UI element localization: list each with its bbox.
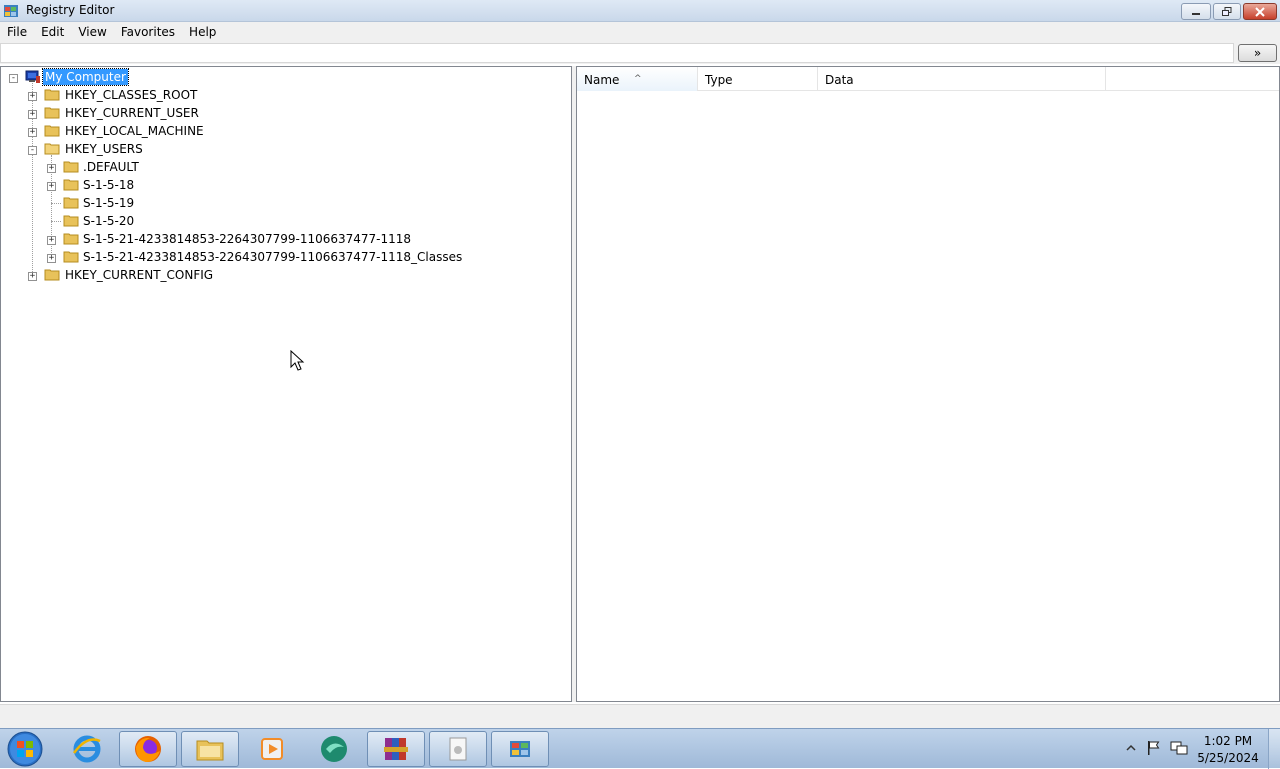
- taskbar: 1:02 PM 5/25/2024: [0, 728, 1280, 769]
- minimize-button[interactable]: [1181, 3, 1211, 20]
- tree-item-label[interactable]: S-1-5-21-4233814853-2264307799-110663747…: [81, 231, 413, 247]
- tree-item-label[interactable]: S-1-5-19: [81, 195, 136, 211]
- tree-connector: [51, 221, 61, 222]
- tree-connector: [51, 203, 61, 204]
- registry-editor-icon: [510, 741, 530, 757]
- column-header-data[interactable]: Data: [818, 67, 1106, 91]
- folder-icon: [63, 233, 79, 245]
- expand-toggle[interactable]: +: [28, 128, 37, 137]
- collapse-toggle[interactable]: -: [9, 74, 18, 83]
- status-bar: [0, 704, 1280, 728]
- action-center-flag-icon[interactable]: [1146, 740, 1162, 756]
- sort-ascending-icon: ^: [634, 74, 642, 84]
- computer-icon: [25, 70, 40, 83]
- file-explorer-icon: [196, 740, 224, 761]
- show-desktop-button[interactable]: [1268, 729, 1280, 769]
- open-folder-icon: [44, 143, 60, 155]
- browser-app-icon: [321, 736, 347, 762]
- tree-item-label[interactable]: S-1-5-21-4233814853-2264307799-110663747…: [81, 249, 464, 265]
- column-header-type[interactable]: Type: [698, 67, 818, 91]
- restore-icon: [1222, 6, 1232, 16]
- taskbar-file-explorer[interactable]: [181, 731, 239, 767]
- tree-root-label[interactable]: My Computer: [42, 68, 129, 86]
- document-app-icon: [449, 737, 467, 761]
- tree-item-label[interactable]: HKEY_USERS: [63, 141, 145, 157]
- tree-item-label[interactable]: HKEY_LOCAL_MACHINE: [63, 123, 206, 139]
- column-label: Type: [705, 73, 733, 87]
- folder-icon: [63, 251, 79, 263]
- tree-item-label[interactable]: HKEY_CURRENT_CONFIG: [63, 267, 215, 283]
- folder-icon: [44, 107, 60, 119]
- expand-toggle[interactable]: +: [47, 164, 56, 173]
- expand-toggle[interactable]: +: [28, 110, 37, 119]
- taskbar-browser-app[interactable]: [305, 731, 363, 767]
- taskbar-firefox[interactable]: [119, 731, 177, 767]
- folder-icon: [63, 179, 79, 191]
- registry-editor-icon: [4, 5, 18, 17]
- address-input[interactable]: [0, 43, 1234, 63]
- clock-time[interactable]: 1:02 PM: [1190, 734, 1266, 748]
- close-button[interactable]: [1243, 3, 1277, 20]
- collapse-toggle[interactable]: -: [28, 146, 37, 155]
- column-header-name[interactable]: ^ Name: [577, 67, 698, 91]
- tree-item-label[interactable]: S-1-5-18: [81, 177, 136, 193]
- tree-item-label[interactable]: HKEY_CLASSES_ROOT: [63, 87, 199, 103]
- firefox-icon: [135, 736, 161, 762]
- media-player-icon: [261, 738, 283, 760]
- values-list-pane[interactable]: ^ Name Type Data: [576, 66, 1280, 702]
- expand-toggle[interactable]: +: [28, 272, 37, 281]
- expand-toggle[interactable]: +: [47, 236, 56, 245]
- clock-date[interactable]: 5/25/2024: [1190, 751, 1266, 765]
- show-hidden-icons-icon[interactable]: [1126, 743, 1136, 753]
- mouse-cursor-icon: [290, 350, 305, 371]
- menu-help[interactable]: Help: [182, 22, 223, 42]
- key-tree-pane[interactable]: - My Computer + HKEY_CLASSES_ROOT + HKEY…: [0, 66, 572, 702]
- expand-toggle[interactable]: +: [47, 254, 56, 263]
- go-button[interactable]: »: [1238, 44, 1277, 62]
- address-bar: »: [0, 42, 1280, 64]
- tree-item-label[interactable]: S-1-5-20: [81, 213, 136, 229]
- taskbar-media-player[interactable]: [243, 731, 301, 767]
- expand-toggle[interactable]: +: [47, 182, 56, 191]
- taskbar-document-app[interactable]: [429, 731, 487, 767]
- folder-icon: [44, 89, 60, 101]
- menu-view[interactable]: View: [71, 22, 113, 42]
- taskbar-winrar[interactable]: [367, 731, 425, 767]
- menu-file[interactable]: File: [0, 22, 34, 42]
- restore-button[interactable]: [1213, 3, 1241, 20]
- minimize-icon: [1192, 12, 1200, 15]
- title-bar[interactable]: Registry Editor: [0, 0, 1280, 22]
- network-icon[interactable]: [1170, 740, 1188, 756]
- column-label: Name: [584, 73, 620, 87]
- folder-icon: [44, 125, 60, 137]
- taskbar-registry-editor[interactable]: [491, 731, 549, 767]
- column-label: Data: [825, 73, 854, 87]
- winrar-icon: [384, 738, 408, 760]
- expand-toggle[interactable]: +: [28, 92, 37, 101]
- taskbar-internet-explorer[interactable]: [58, 731, 116, 767]
- window-title: Registry Editor: [26, 3, 115, 17]
- menu-favorites[interactable]: Favorites: [114, 22, 182, 42]
- tree-item-label[interactable]: .DEFAULT: [81, 159, 141, 175]
- folder-icon: [44, 269, 60, 281]
- start-button[interactable]: [5, 730, 45, 768]
- menu-edit[interactable]: Edit: [34, 22, 71, 42]
- menu-bar: File Edit View Favorites Help: [0, 22, 1280, 42]
- double-chevron-right-icon: »: [1253, 46, 1262, 60]
- close-icon: [1255, 6, 1265, 17]
- internet-explorer-icon: [72, 735, 101, 763]
- folder-icon: [63, 197, 79, 209]
- tree-item-label[interactable]: HKEY_CURRENT_USER: [63, 105, 201, 121]
- folder-icon: [63, 161, 79, 173]
- folder-icon: [63, 215, 79, 227]
- list-header: ^ Name Type Data: [577, 67, 1279, 91]
